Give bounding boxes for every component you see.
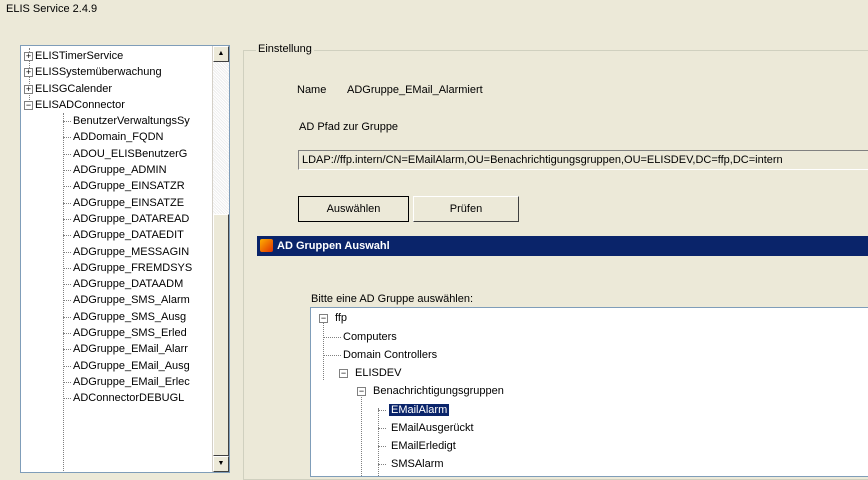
tree-item[interactable]: ADGruppe_EINSATZE bbox=[21, 195, 213, 211]
tree-item-label: BenutzerVerwaltungsSy bbox=[73, 115, 190, 128]
tree-item-label: ELISGCalender bbox=[35, 82, 113, 95]
tree-node-label: Benachrichtigungsgruppen bbox=[373, 385, 504, 397]
tree-item[interactable]: ADGruppe_SMS_Alarm bbox=[21, 292, 213, 308]
ad-path-field[interactable]: LDAP://ffp.intern/CN=EMailAlarm,OU=Benac… bbox=[298, 150, 868, 170]
select-button[interactable]: Auswählen bbox=[298, 196, 409, 222]
expand-icon[interactable]: + bbox=[24, 68, 33, 78]
tree-connector bbox=[323, 337, 341, 338]
tree-connector bbox=[378, 408, 379, 476]
tree-node-emailerledigt[interactable]: EMailErledigt bbox=[391, 438, 456, 454]
tree-connector bbox=[378, 428, 386, 429]
tree-item-label: ADConnectorDEBUGL bbox=[73, 392, 185, 405]
tree-item-label: ADGruppe_EMail_Erlec bbox=[73, 375, 190, 388]
dialog-titlebar[interactable]: AD Gruppen Auswahl bbox=[257, 236, 868, 256]
tree-item-label: ADGruppe_SMS_Alarm bbox=[73, 294, 190, 307]
tree-item[interactable]: ADOU_ELISBenutzerG bbox=[21, 146, 213, 162]
tree-node-label: EMailAlarm bbox=[387, 403, 451, 417]
tree-node-label: Domain Controllers bbox=[343, 349, 438, 361]
tree-item-elisgcalender[interactable]: + ELISGCalender bbox=[21, 81, 213, 97]
tree-item-label: ADGruppe_DATAREAD bbox=[73, 212, 190, 225]
app-icon bbox=[260, 239, 273, 252]
tree-item-label: ADDomain_FQDN bbox=[73, 131, 164, 144]
ad-path-label: AD Pfad zur Gruppe bbox=[299, 121, 399, 133]
tree-node-emailalarm[interactable]: EMailAlarm bbox=[387, 402, 451, 418]
tree-connector bbox=[378, 410, 386, 411]
collapse-icon[interactable]: − bbox=[319, 314, 328, 323]
tree-item-label: ADGruppe_EMail_Alarr bbox=[73, 343, 188, 356]
tree-item[interactable]: ADGruppe_EMail_Alarr bbox=[21, 341, 213, 357]
tree-item-label: ADGruppe_SMS_Ausg bbox=[73, 310, 187, 323]
scroll-thumb[interactable] bbox=[213, 214, 229, 456]
tree-node-label: Computers bbox=[343, 331, 397, 343]
tree-item-label: ADGruppe_EINSATZE bbox=[73, 196, 185, 209]
tree-item[interactable]: ADGruppe_SMS_Ausg bbox=[21, 309, 213, 325]
tree-item-label: ADGruppe_EINSATZR bbox=[73, 180, 185, 193]
tree-item[interactable]: ADGruppe_ADMIN bbox=[21, 162, 213, 178]
tree-item[interactable]: ADGruppe_MESSAGIN bbox=[21, 244, 213, 260]
dialog-title: AD Gruppen Auswahl bbox=[277, 240, 390, 252]
collapse-icon[interactable]: − bbox=[339, 369, 348, 378]
name-value: ADGruppe_EMail_Alarmiert bbox=[347, 84, 483, 96]
vertical-scrollbar[interactable]: ▲ ▼ bbox=[212, 46, 229, 472]
tree-item-label: ADGruppe_DATAADM bbox=[73, 278, 184, 291]
tree-item[interactable]: ADDomain_FQDN bbox=[21, 129, 213, 145]
config-tree[interactable]: + ELISTimerService + ELISSystemüberwachu… bbox=[20, 45, 230, 473]
tree-node-label: EMailErledigt bbox=[391, 440, 456, 452]
tree-node-emailausgerueckt[interactable]: EMailAusgerückt bbox=[391, 420, 474, 436]
tree-item[interactable]: ADGruppe_EINSATZR bbox=[21, 178, 213, 194]
scroll-up-icon[interactable]: ▲ bbox=[213, 46, 229, 62]
tree-node-domain-controllers[interactable]: Domain Controllers bbox=[343, 347, 437, 363]
ad-group-tree[interactable]: − ffp Computers Domain Controllers − ELI… bbox=[310, 307, 868, 477]
tree-connector bbox=[323, 355, 341, 356]
dialog-prompt: Bitte eine AD Gruppe auswählen: bbox=[311, 293, 474, 305]
tree-item-label: ADOU_ELISBenutzerG bbox=[73, 147, 188, 160]
collapse-icon[interactable]: − bbox=[24, 100, 33, 110]
tree-item-label: ADGruppe_DATAEDIT bbox=[73, 229, 184, 242]
tree-item[interactable]: ADGruppe_DATAEDIT bbox=[21, 227, 213, 243]
tree-item[interactable]: ADGruppe_FREMDSYS bbox=[21, 260, 213, 276]
tree-item-label: ADGruppe_FREMDSYS bbox=[73, 261, 193, 274]
tree-node-smsalarm[interactable]: SMSAlarm bbox=[391, 456, 444, 472]
window-title: ELIS Service 2.4.9 bbox=[6, 3, 98, 15]
tree-item[interactable]: ADConnectorDEBUGL bbox=[21, 390, 213, 406]
tree-node-label: ffp bbox=[335, 312, 348, 324]
tree-item-label: ELISSystemüberwachung bbox=[35, 66, 162, 79]
check-button[interactable]: Prüfen bbox=[413, 196, 519, 222]
tree-item-label: ELISTimerService bbox=[35, 50, 124, 62]
tree-item-elisadconnector[interactable]: − ELISADConnector bbox=[21, 97, 213, 113]
tree-item[interactable]: ADGruppe_DATAREAD bbox=[21, 211, 213, 227]
tree-item-elissystemueberwachung[interactable]: + ELISSystemüberwachung bbox=[21, 64, 213, 80]
tree-node-label: SMSAlarm bbox=[391, 458, 444, 470]
tree-node-label: EMailAusgerückt bbox=[391, 422, 474, 434]
tree-item[interactable]: ADGruppe_DATAADM bbox=[21, 276, 213, 292]
tree-item[interactable]: ADGruppe_EMail_Erlec bbox=[21, 374, 213, 390]
tree-item-label: ADGruppe_MESSAGIN bbox=[73, 245, 190, 258]
collapse-icon[interactable]: − bbox=[357, 387, 366, 396]
tree-connector bbox=[323, 320, 324, 380]
tree-node-label: ELISDEV bbox=[355, 367, 402, 379]
tree-connector bbox=[378, 446, 386, 447]
scroll-down-icon[interactable]: ▼ bbox=[213, 456, 229, 472]
tree-connector bbox=[378, 464, 386, 465]
ad-group-dialog: AD Gruppen Auswahl Bitte eine AD Gruppe … bbox=[257, 236, 868, 477]
settings-group-title: Einstellung bbox=[256, 43, 314, 55]
tree-connector bbox=[361, 388, 362, 476]
tree-item-label: ADGruppe_ADMIN bbox=[73, 164, 167, 177]
tree-item[interactable]: BenutzerVerwaltungsSy bbox=[21, 113, 213, 129]
name-label: Name bbox=[297, 84, 327, 96]
tree-item-label: ADGruppe_SMS_Erled bbox=[73, 327, 187, 340]
tree-item-label: ADGruppe_EMail_Ausg bbox=[73, 359, 190, 372]
expand-icon[interactable]: + bbox=[24, 52, 33, 61]
tree-item[interactable]: ADGruppe_SMS_Erled bbox=[21, 325, 213, 341]
expand-icon[interactable]: + bbox=[24, 84, 33, 94]
tree-item-label: ELISADConnector bbox=[35, 98, 125, 111]
tree-item-elistimerservice[interactable]: + ELISTimerService bbox=[21, 48, 213, 64]
tree-item[interactable]: ADGruppe_EMail_Ausg bbox=[21, 358, 213, 374]
tree-node-computers[interactable]: Computers bbox=[343, 329, 397, 345]
